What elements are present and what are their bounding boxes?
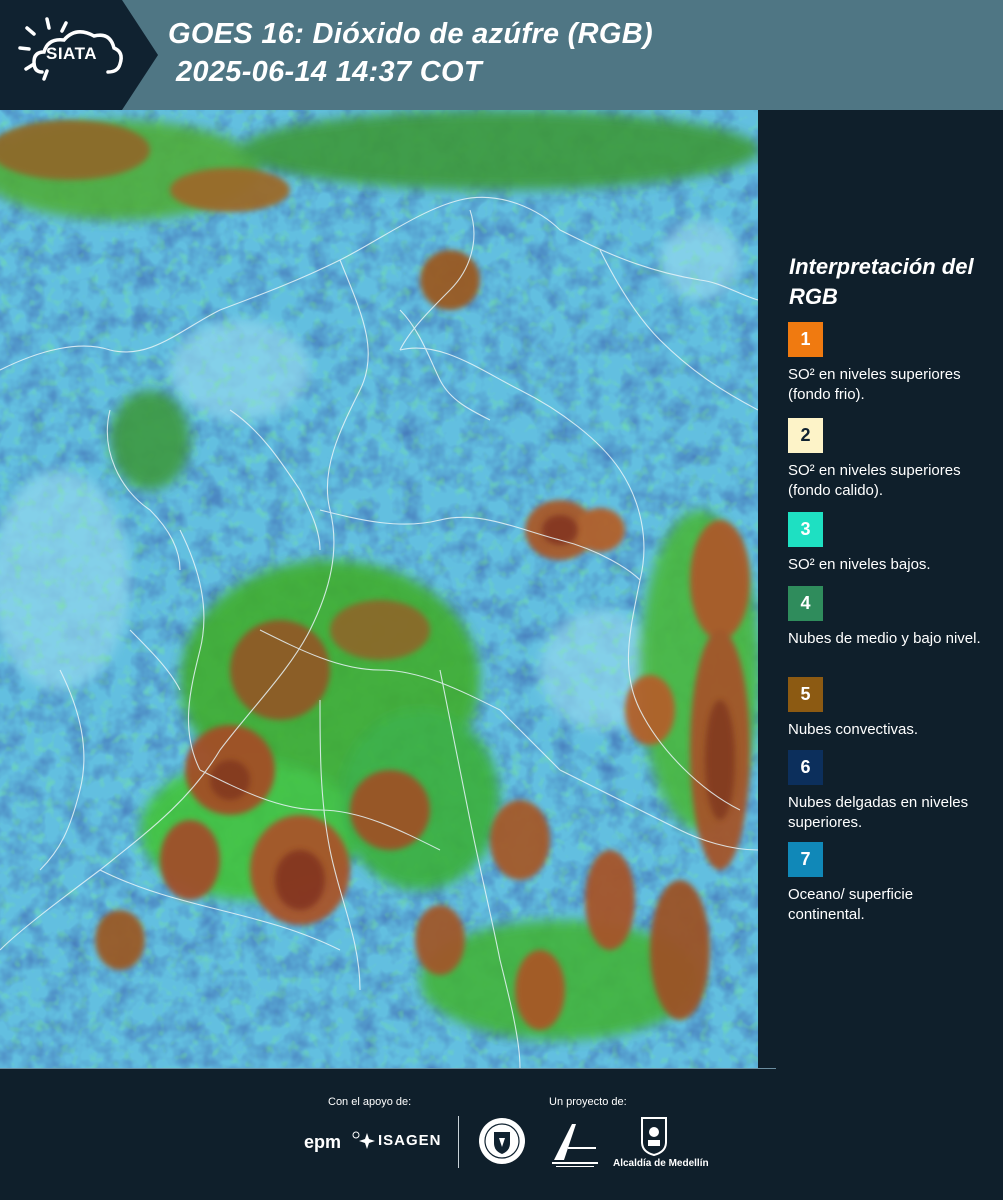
legend-title: Interpretación del RGB (789, 254, 974, 309)
legend-item: 6 Nubes delgadas en niveles superiores. (788, 750, 983, 833)
legend-swatch: 6 (788, 750, 823, 785)
legend-item-label: SO² en niveles superiores (fondo frio). (788, 366, 961, 403)
alcaldia-shield-icon (641, 1117, 667, 1156)
legend-item-label: Nubes de medio y bajo nivel. (788, 630, 981, 647)
legend-item-label: SO² en niveles bajos. (788, 556, 931, 573)
siata-logo-text: SIATA (46, 44, 97, 63)
legend-item: 2 SO² en niveles superiores (fondo calido… (788, 418, 983, 501)
medellin-seal-icon (479, 1118, 525, 1164)
legend-swatch: 2 (788, 418, 823, 453)
support-label: Con el apoyo de: (328, 1096, 412, 1108)
legend-panel: Interpretación del RGB 1 SO² en niveles s… (758, 110, 1003, 1068)
map-bottom-rule (0, 1068, 776, 1069)
satellite-map[interactable] (0, 110, 758, 1068)
footer-divider (458, 1116, 459, 1168)
isagen-star-icon (359, 1133, 375, 1149)
page-subtitle: 2025-06-14 14:37 COT (176, 56, 482, 88)
legend-swatch: 5 (788, 677, 823, 712)
satellite-image (0, 110, 758, 1068)
footer: Con el apoyo de: Un proyecto de: epm ISA… (0, 1070, 1003, 1200)
epm-logo: epm (304, 1132, 342, 1152)
legend-item-label: Nubes delgadas en niveles superiores. (788, 794, 969, 831)
legend-item: 4 Nubes de medio y bajo nivel. (788, 586, 983, 649)
legend-swatch: 1 (788, 322, 823, 357)
page-title: GOES 16: Dióxido de azúfre (RGB) (168, 18, 653, 50)
legend-swatch: 4 (788, 586, 823, 621)
alcaldia-logo-text: Alcaldía de Medellín (613, 1158, 709, 1169)
header-bar: SIATA GOES 16: Dióxido de azúfre (RGB) 2… (0, 0, 1003, 110)
legend-item: 5 Nubes convectivas. (788, 677, 983, 740)
legend-item-label: SO² en niveles superiores (fondo calido)… (788, 462, 961, 499)
legend-item-label: Oceano/ superficie continental. (788, 886, 914, 923)
legend-item: 1 SO² en niveles superiores (fondo frio). (788, 322, 983, 405)
metropolitana-logo-icon (552, 1124, 598, 1167)
legend-swatch: 7 (788, 842, 823, 877)
isagen-logo: ISAGEN (378, 1132, 442, 1149)
legend-item: 3 SO² en niveles bajos. (788, 512, 983, 575)
legend-item: 7 Oceano/ superficie continental. (788, 842, 983, 925)
project-label: Un proyecto de: (549, 1096, 627, 1108)
logo-block: SIATA (0, 0, 158, 110)
legend-swatch: 3 (788, 512, 823, 547)
legend-item-label: Nubes convectivas. (788, 721, 919, 738)
